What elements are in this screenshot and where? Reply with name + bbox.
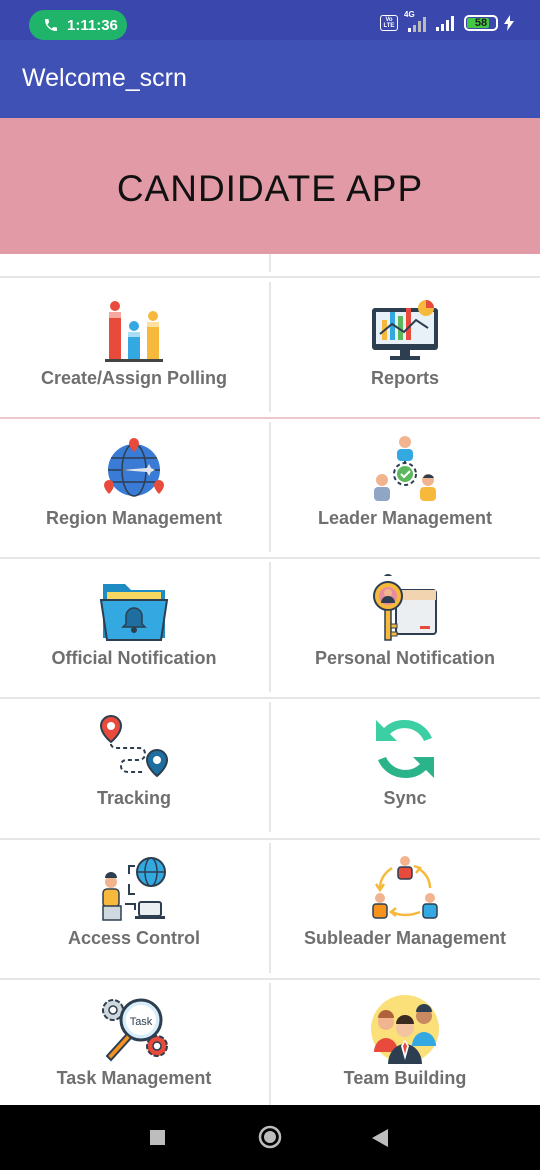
home-button[interactable] — [258, 1125, 282, 1149]
task-icon-text: Task — [130, 1016, 153, 1028]
charging-icon — [504, 15, 514, 31]
menu-item-task-management[interactable]: Task Task Management — [0, 984, 268, 1122]
menu-item-personal-notification[interactable]: Personal Notification — [271, 564, 539, 702]
menu-item-access-control[interactable]: Access Control — [0, 844, 268, 982]
volte-icon: Vo LTE — [380, 15, 398, 31]
ongoing-call-pill[interactable]: 1:11:36 — [29, 10, 127, 40]
monitor-report-icon — [372, 300, 438, 360]
menu-item-label: Tracking — [96, 788, 172, 808]
route-pins-icon — [99, 714, 169, 778]
people-cycle-icon — [372, 856, 438, 919]
status-bar: 1:11:36 Vo LTE 4G 58 — [0, 0, 540, 40]
task-gear-icon: Task — [102, 998, 168, 1062]
app-title: Welcome_scrn — [22, 64, 187, 92]
globe-pins-icon — [104, 438, 164, 497]
menu-item-label: Team Building — [343, 1068, 467, 1088]
banner-title: CANDIDATE APP — [116, 168, 424, 209]
menu-item-subleader-management[interactable]: Subleader Management — [271, 844, 539, 982]
key-user-icon — [373, 574, 437, 641]
menu-item-label: Subleader Management — [303, 928, 507, 948]
signal-bars-icon — [436, 16, 454, 31]
menu-item-tracking[interactable]: Tracking — [0, 704, 268, 842]
menu-item-label: Sync — [383, 788, 427, 808]
phone-icon — [45, 19, 57, 31]
menu-item-label: Official Notification — [51, 648, 217, 668]
menu-item-label: Reports — [370, 368, 439, 388]
battery-icon: 58 — [464, 15, 498, 31]
team-hierarchy-icon — [374, 436, 436, 501]
menu-item-leader-management[interactable]: Leader Management — [271, 424, 539, 562]
team-people-icon — [371, 995, 439, 1064]
user-laptop-icon — [102, 857, 166, 921]
app-bar: Welcome_scrn — [0, 40, 540, 118]
clock-time: 1:11:36 — [67, 16, 118, 34]
menu-item-sync[interactable]: Sync — [271, 704, 539, 842]
divider — [269, 254, 271, 272]
menu-item-reports[interactable]: Reports — [271, 284, 539, 422]
menu-item-create-assign-polling[interactable]: Create/Assign Polling — [0, 284, 268, 422]
menu-item-label: Access Control — [67, 928, 201, 948]
recents-button[interactable] — [150, 1130, 165, 1145]
menu-item-label: Region Management — [45, 508, 223, 528]
app-banner: CANDIDATE APP — [0, 118, 540, 254]
system-nav-bar — [0, 1105, 540, 1170]
menu-item-region-management[interactable]: Region Management — [0, 424, 268, 562]
menu-item-label: Leader Management — [317, 508, 493, 528]
battery-level: 58 — [474, 17, 488, 29]
folder-bell-icon — [99, 584, 169, 641]
menu-item-label: Personal Notification — [314, 648, 496, 668]
menu-item-team-building[interactable]: Team Building — [271, 984, 539, 1122]
menu-item-official-notification[interactable]: Official Notification — [0, 564, 268, 702]
menu-item-label: Task Management — [56, 1068, 212, 1088]
menu-grid: Create/Assign Polling Reports Region Man… — [0, 254, 540, 1105]
bar-chart-icon — [105, 301, 163, 362]
menu-item-label: Create/Assign Polling — [40, 368, 228, 388]
back-button[interactable] — [372, 1129, 388, 1147]
divider — [0, 276, 540, 278]
sync-arrows-icon — [376, 719, 434, 779]
signal-4g-icon: 4G — [404, 10, 430, 32]
